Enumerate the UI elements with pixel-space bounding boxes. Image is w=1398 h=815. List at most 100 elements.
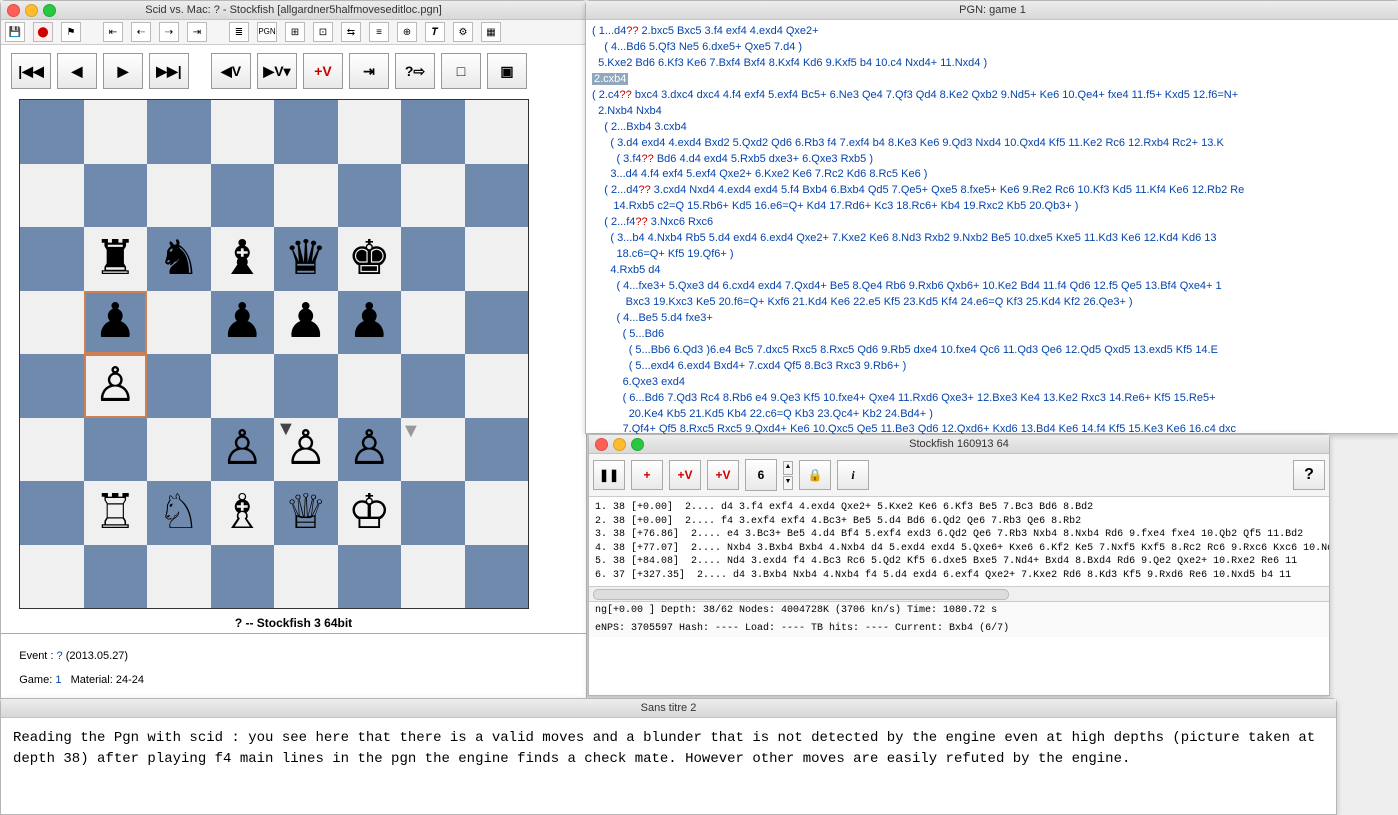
pgn-body[interactable]: ( 1...d4?? 2.bxc5 Bxc5 3.f4 exf4 4.exd4 …: [586, 20, 1398, 458]
square-c6[interactable]: [147, 227, 211, 291]
square-a4[interactable]: [20, 354, 84, 418]
square-g1[interactable]: [401, 545, 465, 609]
square-d8[interactable]: [211, 100, 275, 164]
square-a6[interactable]: [20, 227, 84, 291]
square-b2[interactable]: [84, 481, 148, 545]
titlebar[interactable]: Scid vs. Mac: ? - Stockfish [allgardner5…: [1, 1, 586, 20]
square-f3[interactable]: [338, 418, 402, 482]
square-g6[interactable]: [401, 227, 465, 291]
add-var-button[interactable]: +V: [303, 53, 343, 89]
square-b1[interactable]: [84, 545, 148, 609]
engine-lines[interactable]: 1. 38 [+0.00] 2.... d4 3.f4 exf4 4.exd4 …: [589, 497, 1329, 586]
titlebar[interactable]: Stockfish 160913 64: [589, 435, 1329, 454]
square-e5[interactable]: [274, 291, 338, 355]
square-d7[interactable]: [211, 164, 275, 228]
square-e8[interactable]: [274, 100, 338, 164]
zoom-icon[interactable]: [43, 4, 56, 17]
square-b3[interactable]: [84, 418, 148, 482]
square-a1[interactable]: [20, 545, 84, 609]
misc-icon[interactable]: ⊕: [397, 22, 417, 42]
square-c3[interactable]: [147, 418, 211, 482]
chess-board[interactable]: ♜♞♝♛♚♟♟♟♟♙♙♙♙♖♘♗♕♔: [19, 99, 529, 609]
current-move-highlight[interactable]: 2.cxb4: [592, 73, 628, 85]
text-icon[interactable]: ≡: [369, 22, 389, 42]
game-no[interactable]: 1: [55, 674, 61, 686]
spin-down-button[interactable]: ▼: [783, 476, 793, 490]
square-f7[interactable]: [338, 164, 402, 228]
square-f5[interactable]: [338, 291, 402, 355]
square-h2[interactable]: [465, 481, 529, 545]
square-c8[interactable]: [147, 100, 211, 164]
txt2-icon[interactable]: 𝑻: [425, 22, 445, 42]
square-a3[interactable]: [20, 418, 84, 482]
list-view[interactable]: ≣: [229, 22, 249, 42]
square-h6[interactable]: [465, 227, 529, 291]
square-d1[interactable]: [211, 545, 275, 609]
square-c2[interactable]: [147, 481, 211, 545]
square-g8[interactable]: [401, 100, 465, 164]
square-d6[interactable]: [211, 227, 275, 291]
square-g5[interactable]: [401, 291, 465, 355]
lock-icon[interactable]: 🔒: [799, 460, 831, 490]
spin-up-button[interactable]: ▲: [783, 461, 793, 475]
minimize-icon[interactable]: [613, 438, 626, 451]
square-d2[interactable]: [211, 481, 275, 545]
titlebar[interactable]: Sans titre 2: [1, 699, 1336, 718]
square-c5[interactable]: [147, 291, 211, 355]
nav-last[interactable]: ⇥: [187, 22, 207, 42]
nav-next[interactable]: ⇢: [159, 22, 179, 42]
square-c7[interactable]: [147, 164, 211, 228]
add-multipv-button[interactable]: +V: [707, 460, 739, 490]
square-e2[interactable]: [274, 481, 338, 545]
plus-button[interactable]: +: [631, 460, 663, 490]
flag-icon[interactable]: ⚑: [61, 22, 81, 42]
square-a5[interactable]: [20, 291, 84, 355]
multipv-input[interactable]: [745, 459, 777, 491]
square-a2[interactable]: [20, 481, 84, 545]
board-icon[interactable]: □: [441, 53, 481, 89]
into-var-button[interactable]: ▶V▾: [257, 53, 297, 89]
square-b8[interactable]: [84, 100, 148, 164]
close-icon[interactable]: [7, 4, 20, 17]
swap-icon[interactable]: ⇆: [341, 22, 361, 42]
square-f6[interactable]: [338, 227, 402, 291]
square-a8[interactable]: [20, 100, 84, 164]
last-button[interactable]: ▶▶|: [149, 53, 189, 89]
square-b4[interactable]: [84, 354, 148, 418]
square-e6[interactable]: [274, 227, 338, 291]
car-icon[interactable]: ▦: [481, 22, 501, 42]
help-button[interactable]: ?: [1293, 460, 1325, 490]
square-b7[interactable]: [84, 164, 148, 228]
back-var-button[interactable]: ◀V: [211, 53, 251, 89]
titlebar[interactable]: PGN: game 1: [586, 1, 1398, 20]
square-d5[interactable]: [211, 291, 275, 355]
prev-button[interactable]: ◀: [57, 53, 97, 89]
save-icon[interactable]: 💾: [5, 22, 25, 42]
square-h8[interactable]: [465, 100, 529, 164]
horizontal-scrollbar[interactable]: [589, 586, 1329, 601]
square-f8[interactable]: [338, 100, 402, 164]
help-button[interactable]: ?⇨: [395, 53, 435, 89]
square-d4[interactable]: [211, 354, 275, 418]
square-d3[interactable]: [211, 418, 275, 482]
eng-icon[interactable]: ⚙: [453, 22, 473, 42]
square-g7[interactable]: [401, 164, 465, 228]
square-c4[interactable]: [147, 354, 211, 418]
square-f1[interactable]: [338, 545, 402, 609]
square-h4[interactable]: [465, 354, 529, 418]
square-h5[interactable]: [465, 291, 529, 355]
dbl-icon[interactable]: ⊡: [313, 22, 333, 42]
note-text[interactable]: Reading the Pgn with scid : you see here…: [1, 718, 1336, 780]
square-b5[interactable]: [84, 291, 148, 355]
square-b6[interactable]: [84, 227, 148, 291]
square-h7[interactable]: [465, 164, 529, 228]
square-g4[interactable]: [401, 354, 465, 418]
scrollbar-thumb[interactable]: [593, 589, 1009, 600]
record-icon[interactable]: ⬤: [33, 22, 53, 42]
square-g2[interactable]: [401, 481, 465, 545]
square-c1[interactable]: [147, 545, 211, 609]
square-a7[interactable]: [20, 164, 84, 228]
square-h3[interactable]: [465, 418, 529, 482]
square-e4[interactable]: [274, 354, 338, 418]
square-f2[interactable]: [338, 481, 402, 545]
